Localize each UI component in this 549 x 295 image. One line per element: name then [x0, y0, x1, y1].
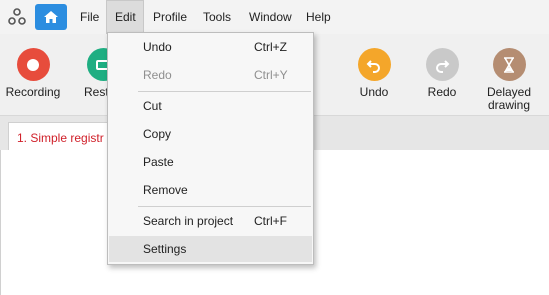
delayed-drawing-button[interactable]: Delayed drawing [474, 48, 544, 112]
settings-menu-label: Settings [143, 242, 187, 256]
menu-help[interactable]: Help [298, 0, 339, 34]
menu-item-settings[interactable]: Settings [109, 236, 312, 262]
home-icon [44, 11, 58, 23]
menu-window[interactable]: Window [241, 0, 300, 34]
copy-menu-label: Copy [143, 127, 172, 141]
search-menu-label: Search in project [143, 214, 234, 228]
menu-item-redo[interactable]: Redo Ctrl+Y [109, 62, 312, 88]
remove-menu-label: Remove [143, 183, 188, 197]
search-shortcut: Ctrl+F [254, 214, 287, 228]
hourglass-icon [492, 48, 526, 81]
edit-menu-dropdown: Undo Ctrl+Z Redo Ctrl+Y Cut Copy Paste R… [107, 32, 314, 265]
menu-bar: File Edit Profile Tools Window Help [0, 0, 549, 34]
menu-edit[interactable]: Edit [106, 0, 144, 34]
undo-shortcut: Ctrl+Z [254, 40, 287, 54]
menu-item-undo[interactable]: Undo Ctrl+Z [109, 34, 312, 60]
undo-label: Undo [359, 85, 389, 99]
delayed-drawing-label: Delayed drawing [474, 86, 544, 112]
redo-label: Redo [427, 85, 457, 99]
menu-separator [138, 91, 311, 92]
redo-menu-label: Redo [143, 68, 172, 82]
delayed-label-line2: drawing [487, 98, 531, 112]
menu-profile[interactable]: Profile [145, 0, 195, 34]
redo-button[interactable]: Redo [407, 48, 477, 99]
paste-menu-label: Paste [143, 155, 174, 169]
menu-item-cut[interactable]: Cut [109, 93, 312, 119]
redo-shortcut: Ctrl+Y [254, 68, 288, 82]
document-tab[interactable]: 1. Simple registr [8, 122, 114, 150]
record-icon [16, 48, 50, 81]
menu-separator [138, 206, 311, 207]
home-button[interactable] [35, 4, 67, 30]
menu-item-paste[interactable]: Paste [109, 149, 312, 175]
undo-icon [357, 48, 391, 81]
menu-tools[interactable]: Tools [195, 0, 239, 34]
menu-file[interactable]: File [72, 0, 107, 34]
recording-button[interactable]: Recording [0, 48, 68, 99]
app-logo-icon[interactable] [8, 8, 26, 26]
menu-item-copy[interactable]: Copy [109, 121, 312, 147]
undo-menu-label: Undo [143, 40, 172, 54]
delayed-label-line1: Delayed [486, 85, 532, 99]
undo-button[interactable]: Undo [339, 48, 409, 99]
cut-menu-label: Cut [143, 99, 162, 113]
menu-item-search-in-project[interactable]: Search in project Ctrl+F [109, 208, 312, 234]
recording-label: Recording [5, 85, 61, 99]
menu-item-remove[interactable]: Remove [109, 177, 312, 203]
redo-icon [425, 48, 459, 81]
